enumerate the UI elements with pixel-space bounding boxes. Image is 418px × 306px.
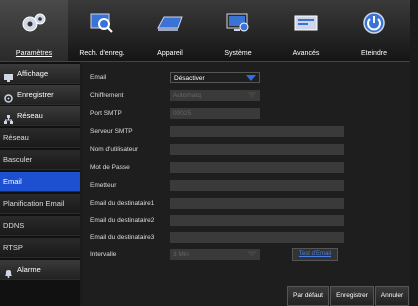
emetteur-field[interactable] — [170, 180, 344, 191]
top-menu-bar: Paramètres Rech. d'enreg. Appareil Systè… — [0, 0, 410, 62]
sidebar-item-label: Planification Email — [3, 199, 65, 208]
sidebar: Affichage Enregistrer Réseau Réseau Basc… — [0, 62, 80, 306]
sidebar-item-label: Réseau — [17, 111, 43, 120]
tab-label: Système — [224, 50, 252, 57]
sidebar-item-ddns[interactable]: DDNS — [0, 216, 80, 236]
utilisateur-field[interactable] — [170, 144, 344, 155]
destinataire1-field[interactable] — [170, 198, 344, 209]
encryption-select[interactable]: Automatq. — [170, 90, 260, 101]
sidebar-item-reseau[interactable]: Réseau — [0, 128, 80, 148]
serveur-smtp-field[interactable] — [170, 126, 344, 137]
monitor-icon — [4, 70, 13, 83]
sidebar-item-label: Enregistrer — [17, 90, 54, 99]
destinataire3-field[interactable] — [170, 232, 344, 243]
tab-systeme[interactable]: Système — [204, 0, 272, 61]
tab-eteindre[interactable]: Eteindre — [340, 0, 408, 61]
default-button[interactable]: Par défaut — [287, 286, 329, 306]
sidebar-item-planification-email[interactable]: Planification Email — [0, 194, 80, 214]
encryption-value: Automatq. — [173, 92, 203, 99]
tab-recherche[interactable]: Rech. d'enreg. — [68, 0, 136, 61]
tab-label: Paramètres — [15, 50, 53, 57]
email-settings-panel: Email Désactiver Chiffrement Automatq. P… — [82, 62, 410, 306]
cancel-button[interactable]: Annuler — [375, 286, 409, 306]
tab-label: Avancés — [292, 50, 320, 57]
destinataire2-label: Email du destinataire2 — [90, 217, 155, 224]
tab-label: Appareil — [157, 50, 183, 57]
sidebar-item-reseau-category[interactable]: Réseau — [0, 106, 80, 126]
email-enable-value: Désactiver — [174, 75, 205, 82]
sidebar-item-label: Alarme — [17, 265, 41, 274]
hard-disk-icon — [155, 10, 185, 36]
sidebar-item-label: Email — [3, 177, 22, 186]
tab-label: Rech. d'enreg. — [79, 50, 125, 57]
alarm-bell-icon — [4, 266, 13, 279]
gears-icon — [19, 10, 49, 36]
sidebar-item-label: RTSP — [3, 243, 23, 252]
sidebar-item-label: Basculer — [3, 155, 33, 164]
chevron-down-icon — [247, 251, 257, 257]
sidebar-item-rtsp[interactable]: RTSP — [0, 238, 80, 258]
sidebar-item-basculer[interactable]: Basculer — [0, 150, 80, 170]
sidebar-item-email[interactable]: Email — [0, 172, 80, 192]
port-smtp-value: 00025 — [173, 110, 192, 117]
save-button[interactable]: Enregistrer — [330, 286, 374, 306]
chevron-down-icon — [246, 75, 256, 81]
sidebar-item-label: Réseau — [3, 133, 29, 142]
intervalle-select[interactable]: 3 Min — [170, 249, 260, 260]
intervalle-label: Intervalle — [90, 251, 117, 258]
network-icon — [4, 112, 13, 125]
email-enable-select[interactable]: Désactiver — [170, 72, 260, 83]
sidebar-item-enregistrer[interactable]: Enregistrer — [0, 85, 80, 105]
tab-avances[interactable]: Avancés — [272, 0, 340, 61]
emetteur-label: Emetteur — [90, 182, 117, 189]
tab-parametres[interactable]: Paramètres — [0, 0, 68, 61]
port-smtp-label: Port SMTP — [90, 110, 122, 117]
intervalle-value: 3 Min — [173, 251, 189, 258]
dvr-settings-window: Paramètres Rech. d'enreg. Appareil Systè… — [0, 0, 418, 306]
sidebar-item-label: Affichage — [17, 69, 49, 78]
tab-appareil[interactable]: Appareil — [136, 0, 204, 61]
utilisateur-label: Nom d'utilisateur — [90, 146, 139, 153]
advanced-config-icon — [291, 10, 321, 36]
chevron-down-icon — [247, 92, 257, 98]
sidebar-item-label: DDNS — [3, 221, 25, 230]
sidebar-item-alarme[interactable]: Alarme — [0, 260, 80, 280]
system-monitor-icon — [223, 10, 253, 36]
chiffrement-label: Chiffrement — [90, 92, 124, 99]
mot-de-passe-field[interactable] — [170, 162, 344, 173]
power-icon — [359, 10, 389, 36]
port-smtp-field[interactable]: 00025 — [170, 108, 260, 119]
tab-label: Eteindre — [360, 50, 388, 57]
serveur-smtp-label: Serveur SMTP — [90, 128, 133, 135]
destinataire1-label: Email du destinataire1 — [90, 200, 155, 207]
test-email-button[interactable]: Test d'Email — [292, 248, 338, 261]
record-gear-icon — [4, 91, 13, 103]
destinataire3-label: Email du destinataire3 — [90, 234, 155, 241]
email-label: Email — [90, 74, 107, 81]
destinataire2-field[interactable] — [170, 215, 344, 226]
sidebar-item-affichage[interactable]: Affichage — [0, 64, 80, 84]
search-playback-icon — [87, 10, 117, 36]
mot-de-passe-label: Mot de Passe — [90, 164, 130, 171]
